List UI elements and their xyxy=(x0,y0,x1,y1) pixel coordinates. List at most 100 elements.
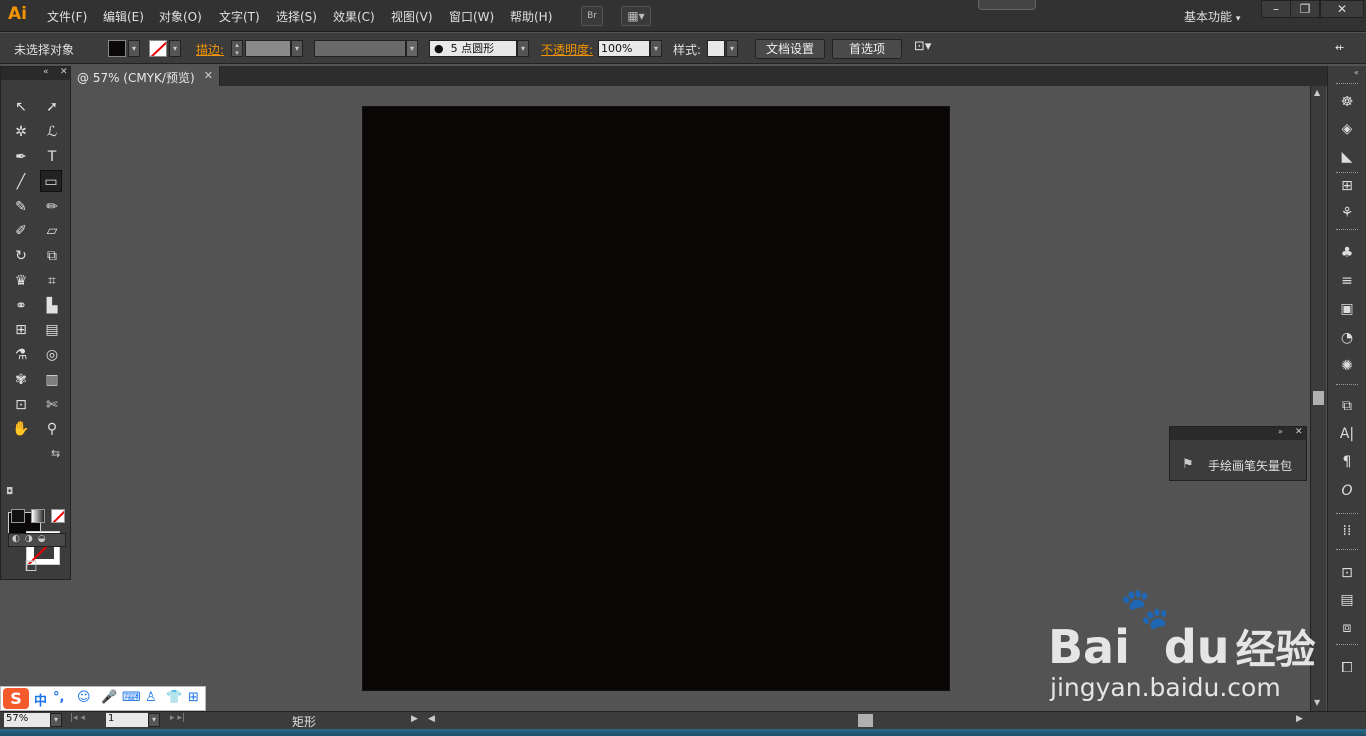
last-artboard-icon[interactable]: ▸ ▸| xyxy=(170,713,185,723)
menu-select[interactable]: 选择(S) xyxy=(276,8,317,25)
drawing-modes[interactable]: ◐◑◒ xyxy=(8,533,66,547)
fill-swatch[interactable] xyxy=(108,40,126,57)
skin-icon[interactable]: 👕 xyxy=(166,690,182,705)
bridge-button[interactable]: Br xyxy=(581,6,603,26)
screen-mode-icon[interactable]: ⧠ xyxy=(25,557,37,575)
menu-type[interactable]: 文字(T) xyxy=(219,8,260,25)
collapse-icon[interactable]: « xyxy=(43,67,49,77)
scroll-right-icon[interactable]: ▶ xyxy=(1296,714,1303,724)
direct-selection-tool-icon[interactable]: ➚ xyxy=(41,96,63,118)
close-icon[interactable]: ✕ xyxy=(60,67,68,77)
variable-width-field[interactable] xyxy=(314,40,406,57)
style-swatch[interactable] xyxy=(707,40,725,57)
swatches-icon[interactable]: ⊞ xyxy=(1337,176,1357,196)
opacity-field[interactable]: 100% xyxy=(598,40,650,57)
menu-window[interactable]: 窗口(W) xyxy=(449,8,494,25)
sogou-logo-icon[interactable]: S xyxy=(3,688,29,709)
graphic-styles-icon[interactable]: ⧉ xyxy=(1337,396,1357,416)
opentype-icon[interactable]: O xyxy=(1337,481,1357,501)
pen-tool-icon[interactable]: ✒ xyxy=(10,146,32,168)
lasso-tool-icon[interactable]: ℒ xyxy=(41,121,63,143)
vertical-scroll-thumb[interactable] xyxy=(1313,391,1324,405)
blob-brush-tool-icon[interactable]: ✐ xyxy=(10,220,32,242)
microphone-icon[interactable]: 🎤 xyxy=(101,690,117,705)
keyboard-icon[interactable]: ⌨ xyxy=(122,690,141,705)
style-dropdown[interactable]: ▾ xyxy=(726,40,738,57)
rectangle-tool-icon[interactable]: ▭ xyxy=(40,170,62,192)
zoom-tool-icon[interactable]: ⚲ xyxy=(41,418,63,440)
scroll-up-icon[interactable]: ▲ xyxy=(1314,88,1320,97)
none-mode-button[interactable] xyxy=(51,509,65,523)
close-icon[interactable]: ✕ xyxy=(1295,427,1303,437)
eyedropper-tool-icon[interactable]: ⚗ xyxy=(10,344,32,366)
perspective-grid-tool-icon[interactable]: ▙ xyxy=(41,295,63,317)
workspace-switcher[interactable]: 基本功能 ▾ xyxy=(1184,8,1240,25)
warp-tool-icon[interactable]: ♛ xyxy=(10,270,32,292)
zoom-field[interactable]: 57% xyxy=(4,713,50,727)
document-tab[interactable]: @ 57% (CMYK/预览) ✕ xyxy=(72,66,220,86)
swap-colors-icon[interactable]: ⇆ xyxy=(51,447,60,460)
document-setup-button[interactable]: 文档设置 xyxy=(755,39,825,59)
transform-icon[interactable]: ⊡▾ xyxy=(914,39,931,54)
panel-menu-icon[interactable]: ⇷ xyxy=(1335,41,1344,54)
tools-panel-header[interactable]: «✕ xyxy=(1,67,70,80)
hand-tool-icon[interactable]: ✋ xyxy=(10,418,32,440)
transparency-icon[interactable]: ◔ xyxy=(1337,328,1357,348)
symbol-sprayer-tool-icon[interactable]: ✾ xyxy=(10,369,32,391)
line-tool-icon[interactable]: ╱ xyxy=(10,171,32,193)
brush-definition-field[interactable]: ● 5 点圆形 xyxy=(429,40,517,57)
close-button[interactable]: ✕ xyxy=(1320,0,1364,18)
gradient-icon[interactable]: ▣ xyxy=(1337,299,1357,319)
artboard-field[interactable]: 1 xyxy=(106,713,148,727)
fill-dropdown[interactable]: ▾ xyxy=(128,40,140,57)
stroke-dropdown[interactable]: ▾ xyxy=(169,40,181,57)
magic-wand-tool-icon[interactable]: ✲ xyxy=(10,121,32,143)
paragraph-icon[interactable]: ¶ xyxy=(1337,452,1357,472)
default-colors-icon[interactable]: ◘ xyxy=(6,487,13,497)
align-icon[interactable]: ⁞⁞ xyxy=(1337,521,1357,541)
status-menu-icon[interactable]: ▶ xyxy=(411,714,418,724)
slice-tool-icon[interactable]: ✄ xyxy=(41,394,63,416)
eraser-tool-icon[interactable]: ▱ xyxy=(41,220,63,242)
brush-library-item[interactable]: 手绘画笔矢量包 xyxy=(1208,457,1292,474)
stroke-weight-field[interactable] xyxy=(245,40,291,57)
column-graph-tool-icon[interactable]: ▥ xyxy=(41,369,63,391)
opacity-dropdown[interactable]: ▾ xyxy=(650,40,662,57)
scroll-left-icon[interactable]: ◀ xyxy=(428,714,435,724)
expand-icon[interactable]: « xyxy=(1354,68,1359,77)
horizontal-scroll-thumb[interactable] xyxy=(858,714,873,727)
stroke-swatch[interactable] xyxy=(149,40,167,57)
preferences-button[interactable]: 首选项 xyxy=(832,39,902,59)
selection-tool-icon[interactable]: ↖ xyxy=(10,96,32,118)
ime-mode[interactable]: 中 xyxy=(34,690,47,709)
appearance-icon[interactable]: ✺ xyxy=(1337,356,1357,376)
symbols-icon[interactable]: ♣ xyxy=(1337,243,1357,263)
paintbrush-tool-icon[interactable]: ✎ xyxy=(10,196,32,218)
restore-button[interactable]: ❐ xyxy=(1290,0,1320,18)
artboard-tool-icon[interactable]: ⊡ xyxy=(10,394,32,416)
menu-object[interactable]: 对象(O) xyxy=(159,8,202,25)
brush-dropdown[interactable]: ▾ xyxy=(517,40,529,57)
zoom-dropdown[interactable]: ▾ xyxy=(50,713,62,727)
layers-icon[interactable]: ◈ xyxy=(1337,119,1357,139)
minimize-button[interactable]: – xyxy=(1261,0,1291,18)
artboard[interactable] xyxy=(362,106,950,691)
blend-tool-icon[interactable]: ◎ xyxy=(41,344,63,366)
rotate-tool-icon[interactable]: ↻ xyxy=(10,245,32,267)
scale-tool-icon[interactable]: ⧉ xyxy=(41,245,63,267)
menu-edit[interactable]: 编辑(E) xyxy=(103,8,144,25)
stroke-icon[interactable]: ≡ xyxy=(1337,271,1357,291)
arrange-documents-button[interactable]: ▦▾ xyxy=(621,6,651,26)
artboard-dropdown[interactable]: ▾ xyxy=(148,713,160,727)
menu-effect[interactable]: 效果(C) xyxy=(333,8,375,25)
free-transform-tool-icon[interactable]: ⌗ xyxy=(41,270,63,292)
shape-builder-tool-icon[interactable]: ⚭ xyxy=(10,295,32,317)
character-icon[interactable]: A| xyxy=(1337,424,1357,444)
transform-icon[interactable]: ⊡ xyxy=(1337,563,1357,583)
opacity-label[interactable]: 不透明度: xyxy=(541,41,593,58)
first-artboard-icon[interactable]: |◂ ◂ xyxy=(70,713,85,723)
stroke-weight-dropdown[interactable]: ▾ xyxy=(291,40,303,57)
variable-width-dropdown[interactable]: ▾ xyxy=(406,40,418,57)
panel-header[interactable]: » ✕ xyxy=(1170,427,1306,440)
color-guide-icon[interactable]: ☸ xyxy=(1337,92,1357,112)
